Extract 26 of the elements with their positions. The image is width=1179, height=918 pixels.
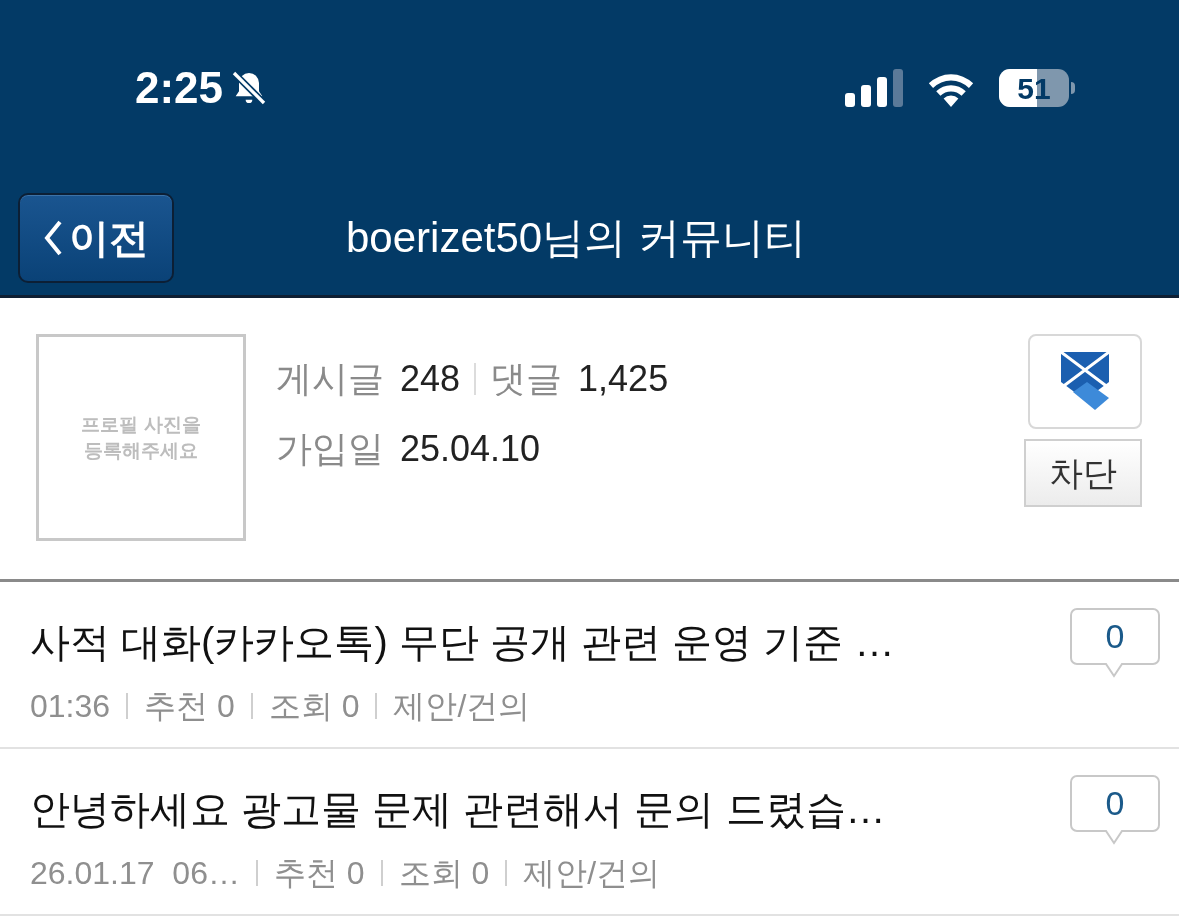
stat-label: 게시글 bbox=[276, 357, 384, 401]
block-button[interactable]: 차단 bbox=[1024, 439, 1142, 507]
shield-icon bbox=[1059, 351, 1111, 412]
page-title: boerizet50님의 커뮤니티 bbox=[346, 213, 806, 263]
post-meta: 추천 0 bbox=[273, 854, 365, 893]
post-title[interactable]: 안녕하세요 광고물 문제 관련해서 문의 드렸습… bbox=[30, 779, 1070, 839]
comment-count: 0 bbox=[1105, 616, 1125, 656]
signal-icon bbox=[845, 69, 903, 107]
battery-level: 51 bbox=[1016, 70, 1052, 107]
back-button[interactable]: 이전 bbox=[18, 192, 174, 283]
chevron-left-icon bbox=[43, 218, 63, 257]
post-meta: 추천 0 bbox=[144, 687, 235, 726]
joined-label: 가입일 bbox=[276, 427, 384, 471]
post-meta: 26.01.17 06… bbox=[30, 854, 240, 893]
stat-value: 1,425 bbox=[578, 357, 669, 401]
status-time: 2:25 bbox=[135, 62, 224, 114]
post-meta: 조회 0 bbox=[398, 854, 490, 893]
comment-count: 0 bbox=[1105, 783, 1125, 823]
post-meta: 제안/건의 bbox=[393, 687, 531, 726]
stat-label: 댓글 bbox=[490, 357, 563, 401]
post-title[interactable]: 사적 대화(카카오톡) 무단 공개 관련 운영 기준 … bbox=[30, 612, 1070, 672]
post-meta: 조회 0 bbox=[268, 687, 360, 726]
joined-date: 25.04.10 bbox=[400, 427, 541, 471]
stat-value: 248 bbox=[400, 357, 461, 401]
post-meta: 제안/건의 bbox=[523, 854, 661, 893]
post-meta: 01:36 bbox=[30, 687, 111, 726]
